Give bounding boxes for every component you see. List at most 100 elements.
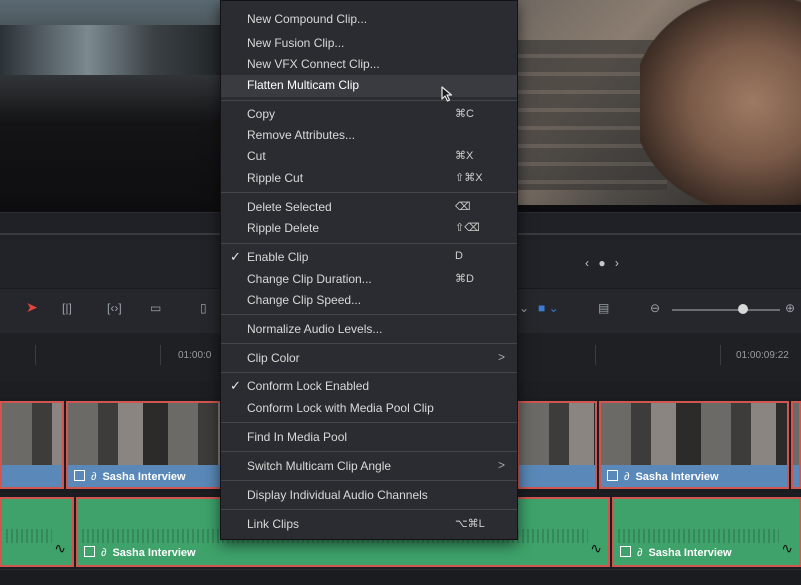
- clip-label: ∂ Sasha Interview: [74, 470, 186, 483]
- menu-item-label: New VFX Connect Clip...: [247, 57, 380, 71]
- menu-item-normalize-audio-levels[interactable]: Normalize Audio Levels...: [221, 319, 517, 341]
- blade-tool-icon[interactable]: ▭: [150, 301, 161, 315]
- marker-color-icon[interactable]: ■ ⌄: [538, 301, 559, 315]
- clip-thumbnails: [68, 403, 224, 465]
- zoom-slider-track[interactable]: [672, 309, 780, 311]
- menu-item-label: Ripple Delete: [247, 221, 320, 235]
- menu-item-label: Change Clip Duration...: [247, 272, 372, 286]
- menu-item-label: Ripple Cut: [247, 171, 304, 185]
- clip-nav-arrows[interactable]: ‹ ● ›: [585, 256, 622, 270]
- clip-thumbnails: [793, 403, 799, 465]
- menu-separator: [221, 100, 517, 101]
- check-icon: ✓: [230, 378, 241, 393]
- multicam-icon: [607, 470, 618, 481]
- timeline-view-options-icon[interactable]: ▤: [598, 301, 609, 315]
- menu-item-switch-multicam-clip-angle[interactable]: Switch Multicam Clip Angle >: [221, 456, 517, 478]
- menu-item-label: Conform Lock with Media Pool Clip: [247, 401, 434, 415]
- multicam-icon: [620, 546, 631, 557]
- ruler-timecode: 01:00:0: [178, 350, 212, 361]
- menu-separator: [221, 192, 517, 193]
- link-icon: ∂: [624, 471, 630, 483]
- video-clip[interactable]: [517, 401, 597, 489]
- insert-clip-icon[interactable]: ▯: [200, 301, 207, 315]
- menu-item-label: Copy: [247, 107, 276, 121]
- viewer-frame-detail: [0, 25, 220, 75]
- video-clip[interactable]: [0, 401, 64, 489]
- menu-item-clip-color[interactable]: Clip Color >: [221, 348, 517, 370]
- menu-item-label: Normalize Audio Levels...: [247, 322, 383, 336]
- video-clip[interactable]: ∂ Sasha Interview: [66, 401, 226, 489]
- menu-item-copy[interactable]: Copy ⌘C: [221, 104, 517, 126]
- menu-item-enable-clip[interactable]: ✓ Enable Clip D: [221, 247, 517, 269]
- ruler-tick: [35, 345, 36, 365]
- menu-item-change-clip-duration[interactable]: Change Clip Duration... ⌘D: [221, 269, 517, 291]
- menu-item-label: Delete Selected: [247, 200, 332, 214]
- menu-item-shortcut: ⌘X: [455, 150, 474, 162]
- check-icon: ✓: [230, 249, 241, 264]
- menu-item-ripple-delete[interactable]: Ripple Delete ⇧⌫: [221, 218, 517, 240]
- link-icon: ∂: [637, 547, 643, 559]
- clip-label: ∂ Sasha Interview: [607, 470, 719, 483]
- clip-name: Sasha Interview: [635, 471, 719, 483]
- multicam-icon: [74, 470, 85, 481]
- dynamic-trim-tool-icon[interactable]: [‹›]: [107, 301, 122, 315]
- menu-item-conform-lock-enabled[interactable]: ✓ Conform Lock Enabled: [221, 376, 517, 398]
- mouse-cursor-icon: [441, 86, 453, 102]
- viewer-frame-subject: [640, 0, 801, 205]
- clip-label: ∂ Sasha Interview: [620, 546, 732, 559]
- menu-item-display-individual-audio-channels[interactable]: Display Individual Audio Channels: [221, 485, 517, 507]
- menu-separator: [221, 243, 517, 244]
- menu-item-link-clips[interactable]: Link Clips ⌥⌘L: [221, 514, 517, 536]
- submenu-arrow-icon: >: [497, 350, 505, 364]
- menu-separator: [221, 372, 517, 373]
- menu-separator: [221, 451, 517, 452]
- menu-item-cut[interactable]: Cut ⌘X: [221, 146, 517, 168]
- audio-clip[interactable]: ∂ Sasha Interview ∿: [612, 497, 801, 567]
- menu-item-label: Flatten Multicam Clip: [247, 78, 360, 92]
- flag-dropdown-icon[interactable]: ⌄: [519, 301, 529, 315]
- menu-item-flatten-multicam-clip[interactable]: Flatten Multicam Clip: [221, 75, 517, 97]
- audio-waveform: [618, 529, 779, 543]
- menu-item-shortcut: ⌘C: [455, 108, 474, 120]
- menu-item-label: Link Clips: [247, 517, 300, 531]
- menu-item-label: Switch Multicam Clip Angle: [247, 459, 392, 473]
- link-icon: ∂: [101, 547, 107, 559]
- clip-thumbnails: [2, 403, 62, 465]
- menu-item-label: Display Individual Audio Channels: [247, 488, 428, 502]
- menu-item-label: New Fusion Clip...: [247, 36, 345, 50]
- menu-item-delete-selected[interactable]: Delete Selected ⌫: [221, 197, 517, 219]
- selection-tool-icon[interactable]: ➤: [26, 299, 38, 316]
- zoom-slider-knob[interactable]: [738, 304, 748, 314]
- menu-item-new-vfx-connect-clip[interactable]: New VFX Connect Clip...: [221, 54, 517, 76]
- menu-item-remove-attributes[interactable]: Remove Attributes...: [221, 125, 517, 147]
- trim-tool-icon[interactable]: [|]: [62, 301, 72, 315]
- menu-item-label: Remove Attributes...: [247, 128, 356, 142]
- menu-item-label: Clip Color: [247, 351, 300, 365]
- menu-separator: [221, 509, 517, 510]
- menu-item-change-clip-speed[interactable]: Change Clip Speed...: [221, 290, 517, 312]
- viewer-frame-left: [0, 0, 220, 205]
- timeline-bottom-bar: [0, 569, 801, 585]
- menu-item-find-in-media-pool[interactable]: Find In Media Pool: [221, 427, 517, 449]
- zoom-in-icon[interactable]: ⊕: [785, 301, 795, 315]
- video-clip[interactable]: [791, 401, 801, 489]
- menu-item-conform-lock-with-media-pool-clip[interactable]: Conform Lock with Media Pool Clip: [221, 398, 517, 420]
- menu-separator: [221, 314, 517, 315]
- menu-item-new-compound-clip[interactable]: New Compound Clip...: [221, 9, 517, 31]
- menu-separator: [221, 343, 517, 344]
- menu-item-shortcut: ⌫: [455, 201, 471, 213]
- video-clip[interactable]: ∂ Sasha Interview: [599, 401, 789, 489]
- fade-curve-icon: ∿: [590, 540, 602, 556]
- clip-name: Sasha Interview: [102, 471, 186, 483]
- menu-item-label: Enable Clip: [247, 250, 309, 264]
- fade-curve-icon: ∿: [781, 540, 793, 556]
- zoom-out-icon[interactable]: ⊖: [650, 301, 660, 315]
- menu-item-ripple-cut[interactable]: Ripple Cut ⇧⌘X: [221, 168, 517, 190]
- audio-clip[interactable]: ∿: [0, 497, 74, 567]
- menu-item-label: Cut: [247, 149, 266, 163]
- menu-item-new-fusion-clip[interactable]: New Fusion Clip...: [221, 33, 517, 55]
- menu-item-label: Change Clip Speed...: [247, 293, 362, 307]
- multicam-icon: [84, 546, 95, 557]
- menu-item-shortcut: ⌘D: [455, 273, 474, 285]
- clip-name: Sasha Interview: [648, 547, 732, 559]
